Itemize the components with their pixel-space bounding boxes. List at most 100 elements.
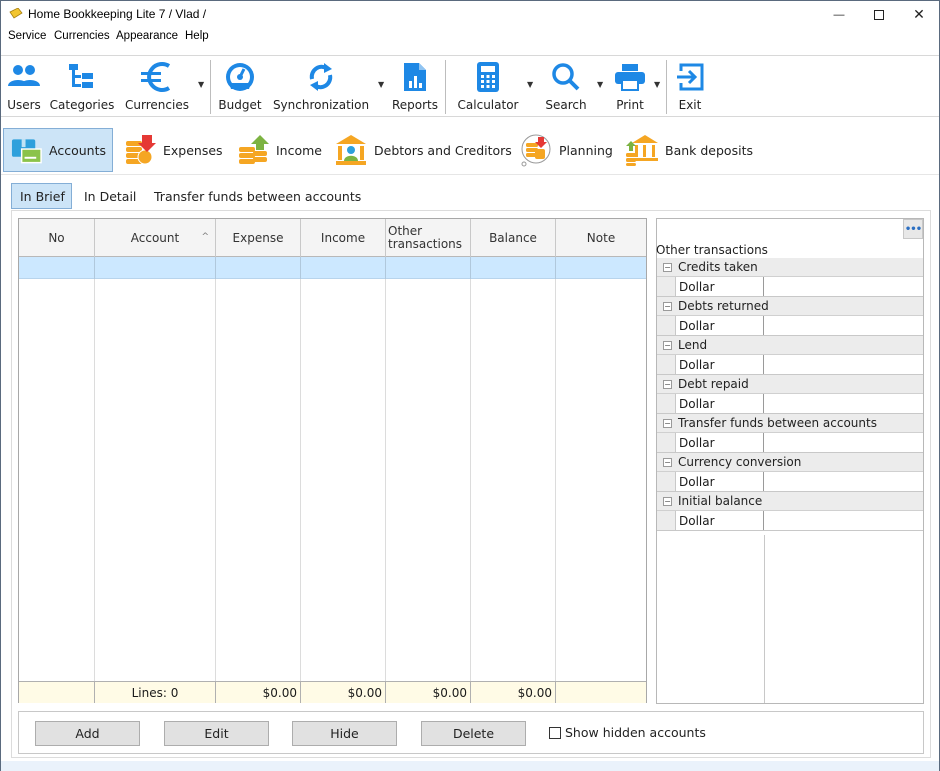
- tab-in-brief[interactable]: In Brief: [11, 183, 72, 209]
- property-row[interactable]: Dollar: [657, 277, 923, 297]
- tab-in-detail[interactable]: In Detail: [76, 183, 144, 209]
- toolbar-currencies-label: Currencies: [125, 98, 189, 112]
- property-category[interactable]: − Credits taken: [657, 258, 923, 277]
- grid-footer: Lines: 0 $0.00 $0.00 $0.00 $0.00: [19, 681, 646, 703]
- section-income[interactable]: Income: [230, 128, 328, 172]
- selected-row[interactable]: [19, 257, 646, 279]
- section-debtors-creditors[interactable]: Debtors and Creditors: [328, 128, 518, 172]
- toolbar-budget-button[interactable]: Budget: [217, 60, 263, 116]
- menu-currencies[interactable]: Currencies: [54, 30, 110, 42]
- property-value[interactable]: [764, 316, 923, 335]
- property-category[interactable]: − Debts returned: [657, 297, 923, 316]
- property-gutter: [657, 277, 676, 296]
- title-bar: Home Bookkeeping Lite 7 / Vlad / — ✕: [1, 1, 939, 28]
- sync-dropdown-arrow-icon[interactable]: ▼: [378, 80, 386, 89]
- more-options-button[interactable]: •••: [903, 219, 923, 239]
- edit-button[interactable]: Edit: [164, 721, 269, 746]
- column-header-expense[interactable]: Expense: [216, 219, 301, 257]
- menu-help[interactable]: Help: [185, 30, 209, 42]
- section-expenses[interactable]: Expenses: [117, 128, 229, 172]
- menu-service[interactable]: Service: [8, 30, 46, 42]
- collapse-icon[interactable]: −: [663, 262, 672, 272]
- column-header-balance[interactable]: Balance: [471, 219, 556, 257]
- property-value[interactable]: [764, 472, 923, 491]
- maximize-button[interactable]: [859, 1, 899, 28]
- currencies-dropdown-arrow-icon[interactable]: ▼: [198, 80, 206, 89]
- toolbar-reports-label: Reports: [391, 98, 439, 112]
- column-header-no[interactable]: No: [19, 219, 95, 257]
- menu-appearance[interactable]: Appearance: [116, 30, 178, 42]
- collapse-icon[interactable]: −: [663, 379, 672, 389]
- property-value[interactable]: [764, 277, 923, 296]
- toolbar-search-button[interactable]: Search: [541, 60, 591, 116]
- section-income-label: Income: [276, 142, 322, 158]
- collapse-icon[interactable]: −: [663, 340, 672, 350]
- property-value[interactable]: [764, 355, 923, 374]
- section-bank-deposits-label: Bank deposits: [665, 142, 753, 158]
- column-header-income[interactable]: Income: [301, 219, 386, 257]
- toolbar-exit-button[interactable]: Exit: [673, 60, 707, 116]
- section-accounts[interactable]: Accounts: [3, 128, 113, 172]
- section-bar: Accounts Expenses Income Debtors and Cre…: [1, 125, 939, 175]
- collapse-icon[interactable]: −: [663, 418, 672, 428]
- property-row[interactable]: Dollar: [657, 433, 923, 453]
- toolbar-categories-button[interactable]: Categories: [49, 60, 115, 116]
- toolbar-print-button[interactable]: Print: [609, 60, 651, 116]
- property-grid[interactable]: − Credits taken Dollar − Debts returned Dolla…: [657, 258, 923, 531]
- printer-icon: [612, 60, 648, 94]
- collapse-icon[interactable]: −: [663, 496, 672, 506]
- column-header-account[interactable]: Account ^: [95, 219, 216, 257]
- toolbar-calculator-button[interactable]: Calculator: [455, 60, 521, 116]
- section-accounts-label: Accounts: [49, 142, 106, 158]
- property-category[interactable]: − Debt repaid: [657, 375, 923, 394]
- property-row[interactable]: Dollar: [657, 472, 923, 492]
- property-row[interactable]: Dollar: [657, 316, 923, 336]
- show-hidden-checkbox[interactable]: [549, 727, 561, 739]
- property-category[interactable]: − Transfer funds between accounts: [657, 414, 923, 433]
- show-hidden-label[interactable]: Show hidden accounts: [565, 725, 706, 740]
- column-header-note[interactable]: Note: [556, 219, 646, 257]
- delete-button[interactable]: Delete: [421, 721, 526, 746]
- property-gutter: [657, 433, 676, 452]
- euro-icon: [139, 60, 175, 94]
- footer-expense-total: $0.00: [216, 682, 301, 703]
- toolbar-users-button[interactable]: Users: [5, 60, 43, 116]
- section-bank-deposits[interactable]: Bank deposits: [619, 128, 759, 172]
- toolbar-search-label: Search: [545, 98, 587, 112]
- tab-transfer-funds[interactable]: Transfer funds between accounts: [146, 183, 369, 209]
- grid-cell: [386, 257, 471, 279]
- grid-cell: [95, 257, 216, 279]
- minimize-button[interactable]: —: [819, 1, 859, 28]
- bank-person-icon: [336, 135, 366, 165]
- property-category[interactable]: − Lend: [657, 336, 923, 355]
- close-button[interactable]: ✕: [899, 1, 939, 28]
- grid-cell: [216, 257, 301, 279]
- property-value[interactable]: [764, 511, 923, 530]
- property-name: Dollar: [676, 355, 764, 374]
- toolbar-currencies-button[interactable]: Currencies: [124, 60, 190, 116]
- property-row[interactable]: Dollar: [657, 511, 923, 531]
- property-gutter: [657, 316, 676, 335]
- section-planning[interactable]: Planning: [513, 128, 619, 172]
- property-value[interactable]: [764, 394, 923, 413]
- toolbar: Users Categories Currencies ▼ Budget Syn…: [1, 55, 939, 117]
- calculator-dropdown-arrow-icon[interactable]: ▼: [527, 80, 535, 89]
- search-dropdown-arrow-icon[interactable]: ▼: [597, 80, 605, 89]
- property-category[interactable]: − Currency conversion: [657, 453, 923, 472]
- planning-thought-icon: [521, 134, 551, 167]
- property-value[interactable]: [764, 433, 923, 452]
- property-gutter: [657, 355, 676, 374]
- print-dropdown-arrow-icon[interactable]: ▼: [654, 80, 662, 89]
- add-button[interactable]: Add: [35, 721, 140, 746]
- property-category[interactable]: − Initial balance: [657, 492, 923, 511]
- column-header-other-transactions[interactable]: Other transactions: [386, 219, 471, 257]
- footer-no: [19, 682, 95, 703]
- toolbar-synchronization-button[interactable]: Synchronization: [273, 60, 369, 116]
- collapse-icon[interactable]: −: [663, 301, 672, 311]
- collapse-icon[interactable]: −: [663, 457, 672, 467]
- accounts-grid[interactable]: No Account ^ Expense Income Other transa…: [18, 218, 647, 703]
- hide-button[interactable]: Hide: [292, 721, 397, 746]
- toolbar-reports-button[interactable]: Reports: [390, 60, 440, 116]
- property-row[interactable]: Dollar: [657, 355, 923, 375]
- property-row[interactable]: Dollar: [657, 394, 923, 414]
